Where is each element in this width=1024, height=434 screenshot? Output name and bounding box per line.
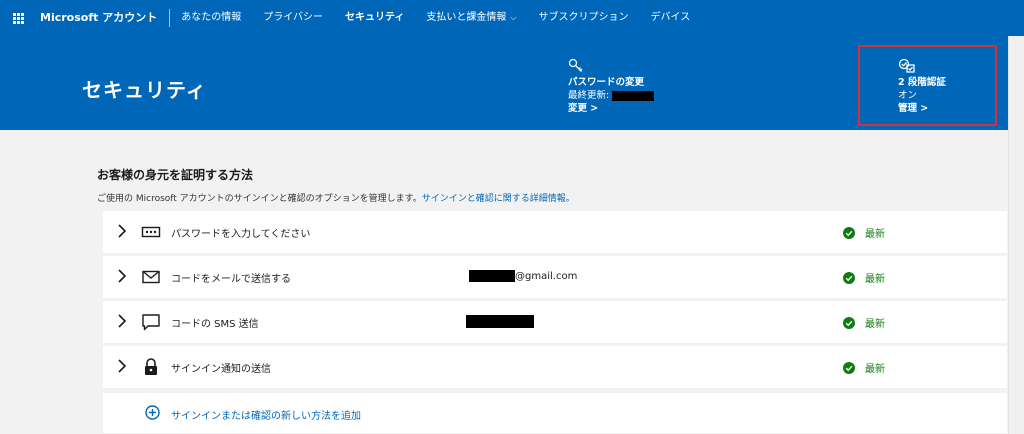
last-updated: 最終更新: (568, 89, 655, 102)
method-detail: @gmail.com (469, 270, 577, 282)
sms-icon (141, 312, 163, 332)
add-method-row[interactable]: サインインまたは確認の新しい方法を追加 (103, 393, 1007, 433)
add-method-link[interactable]: サインインまたは確認の新しい方法を追加 (171, 407, 361, 422)
method-row-email[interactable]: コードをメールで送信する @gmail.com 最新 (103, 256, 1007, 298)
change-password-link[interactable]: 変更 > (568, 102, 654, 115)
check-circle-icon (843, 226, 855, 239)
security-hero: セキュリティ パスワードの変更 最終更新: 変更 > 2 段階認証 オン 管理 … (0, 36, 1008, 130)
change-password-tile[interactable]: パスワードの変更 最終更新: 変更 > (568, 58, 655, 115)
redacted-email-user (469, 270, 515, 282)
nav-item-payment-billing[interactable]: 支払いと課金情報 ⌵ (415, 0, 527, 36)
page-title: セキュリティ (82, 78, 207, 102)
nav-item-devices[interactable]: デバイス (640, 0, 702, 36)
lock-icon (141, 357, 163, 377)
key-icon (568, 58, 654, 76)
email-domain: @gmail.com (515, 271, 578, 282)
section-description-text: ご使用の Microsoft アカウントのサインインと確認のオプションを管理しま… (97, 194, 422, 204)
last-updated-label: 最終更新: (568, 90, 610, 101)
check-circle-icon (843, 316, 855, 329)
check-circle-icon (843, 361, 855, 374)
method-row-signin-notification[interactable]: サインイン通知の送信 最新 (103, 346, 1007, 388)
nav-item-subscriptions[interactable]: サブスクリプション (528, 0, 640, 36)
section-title: お客様の身元を証明する方法 (97, 168, 254, 182)
expand-chevron-icon[interactable] (117, 224, 131, 240)
redacted-phone (466, 315, 534, 328)
check-circle-icon (843, 271, 855, 284)
expand-chevron-icon[interactable] (117, 314, 131, 330)
section-description: ご使用の Microsoft アカウントのサインインと確認のオプションを管理しま… (97, 191, 575, 204)
highlight-box (858, 45, 997, 126)
method-label: パスワードを入力してください (171, 229, 311, 240)
nav-item-security[interactable]: セキュリティ (334, 0, 415, 36)
page-scrollbar[interactable] (1008, 36, 1024, 434)
add-circle-icon[interactable] (145, 405, 160, 420)
status-text: 最新 (865, 319, 885, 330)
app-launcher-icon[interactable] (0, 0, 36, 36)
mail-icon (141, 267, 163, 287)
method-label: コードをメールで送信する (171, 274, 291, 285)
method-row-password[interactable]: パスワードを入力してください 最新 (103, 211, 1007, 253)
status-badge: 最新 (843, 315, 885, 330)
status-text: 最新 (865, 364, 885, 375)
nav-item-your-info[interactable]: あなたの情報 (170, 0, 252, 36)
brand-title[interactable]: Microsoft アカウント (36, 9, 171, 27)
status-badge: 最新 (843, 225, 885, 240)
status-badge: 最新 (843, 360, 885, 375)
status-badge: 最新 (843, 270, 885, 285)
learn-more-link[interactable]: サインインと確認に関する詳細情報。 (422, 194, 575, 204)
expand-chevron-icon[interactable] (117, 269, 131, 285)
chevron-down-icon: ⌵ (510, 13, 517, 22)
method-label: コードの SMS 送信 (171, 319, 259, 330)
method-row-sms[interactable]: コードの SMS 送信 最新 (103, 301, 1007, 343)
method-label: サインイン通知の送信 (171, 364, 271, 375)
change-password-title: パスワードの変更 (568, 77, 645, 88)
nav-item-payment-billing-label: 支払いと課金情報 (426, 12, 507, 23)
status-text: 最新 (865, 274, 885, 285)
redacted-date (612, 90, 655, 101)
top-nav: Microsoft アカウント あなたの情報 プライバシー セキュリティ 支払い… (0, 0, 1024, 36)
password-icon (141, 222, 163, 242)
expand-chevron-icon[interactable] (117, 359, 131, 375)
status-text: 最新 (865, 229, 885, 240)
nav-item-privacy[interactable]: プライバシー (252, 0, 334, 36)
